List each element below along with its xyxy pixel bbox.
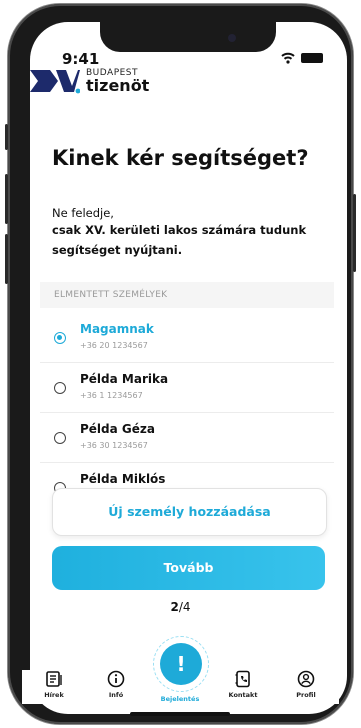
app-content: BUDAPEST tizenöt Kinek kér segítséget? N… xyxy=(0,0,361,728)
step-total: /4 xyxy=(178,600,191,614)
tab-kontakt[interactable]: Kontakt xyxy=(213,670,273,699)
person-phone: +36 1 1234567 xyxy=(80,391,143,400)
next-button[interactable]: Tovább xyxy=(52,546,325,590)
tab-label: Infó xyxy=(108,691,124,699)
person-name: Példa Marika xyxy=(80,372,169,386)
tab-info[interactable]: Infó xyxy=(86,670,146,699)
person-item[interactable]: Magamnak +36 20 1234567 xyxy=(40,312,334,363)
tab-label: Hírek xyxy=(44,691,64,699)
radio-selected[interactable] xyxy=(54,332,66,344)
person-name: Példa Géza xyxy=(80,422,155,436)
info-icon xyxy=(107,670,125,688)
saved-people-header: ELMENTETT SZEMÉLYEK xyxy=(40,282,334,308)
step-current: 2 xyxy=(170,600,179,614)
brand-logo: BUDAPEST tizenöt xyxy=(30,66,149,96)
brand-name: tizenöt xyxy=(86,75,150,95)
tab-label: Kontakt xyxy=(228,691,258,699)
tab-label: Profil xyxy=(296,691,316,699)
tab-hirek[interactable]: Hírek xyxy=(24,670,84,699)
step-indicator: 2/4 xyxy=(22,600,339,614)
reminder-intro: Ne feledje, xyxy=(52,206,114,220)
person-phone: +36 30 1234567 xyxy=(80,441,148,450)
phone-book-icon xyxy=(235,670,250,688)
home-indicator[interactable] xyxy=(130,712,230,716)
person-name: Példa Miklós xyxy=(80,472,166,486)
xv-logo-icon xyxy=(30,70,80,94)
profile-icon xyxy=(297,670,315,688)
person-phone: +36 20 1234567 xyxy=(80,341,148,350)
report-fab-button[interactable]: ! xyxy=(160,643,202,685)
reminder-text: csak XV. kerületi lakos számára tudunk s… xyxy=(52,223,307,257)
radio-unselected[interactable] xyxy=(54,432,66,444)
person-item[interactable]: Példa Géza +36 30 1234567 xyxy=(40,412,334,463)
person-item[interactable]: Példa Marika +36 1 1234567 xyxy=(40,362,334,413)
tab-bejelentes[interactable]: Bejelentés xyxy=(150,692,210,703)
report-fab-ring: ! xyxy=(153,636,209,692)
news-icon xyxy=(46,671,62,687)
page-title: Kinek kér segítséget? xyxy=(52,146,309,170)
person-name: Magamnak xyxy=(80,322,154,336)
tab-label: Bejelentés xyxy=(160,695,200,703)
tab-profil[interactable]: Profil xyxy=(276,670,336,699)
add-person-button[interactable]: Új személy hozzáadása xyxy=(52,488,327,536)
radio-unselected[interactable] xyxy=(54,382,66,394)
exclamation-icon: ! xyxy=(176,652,186,676)
